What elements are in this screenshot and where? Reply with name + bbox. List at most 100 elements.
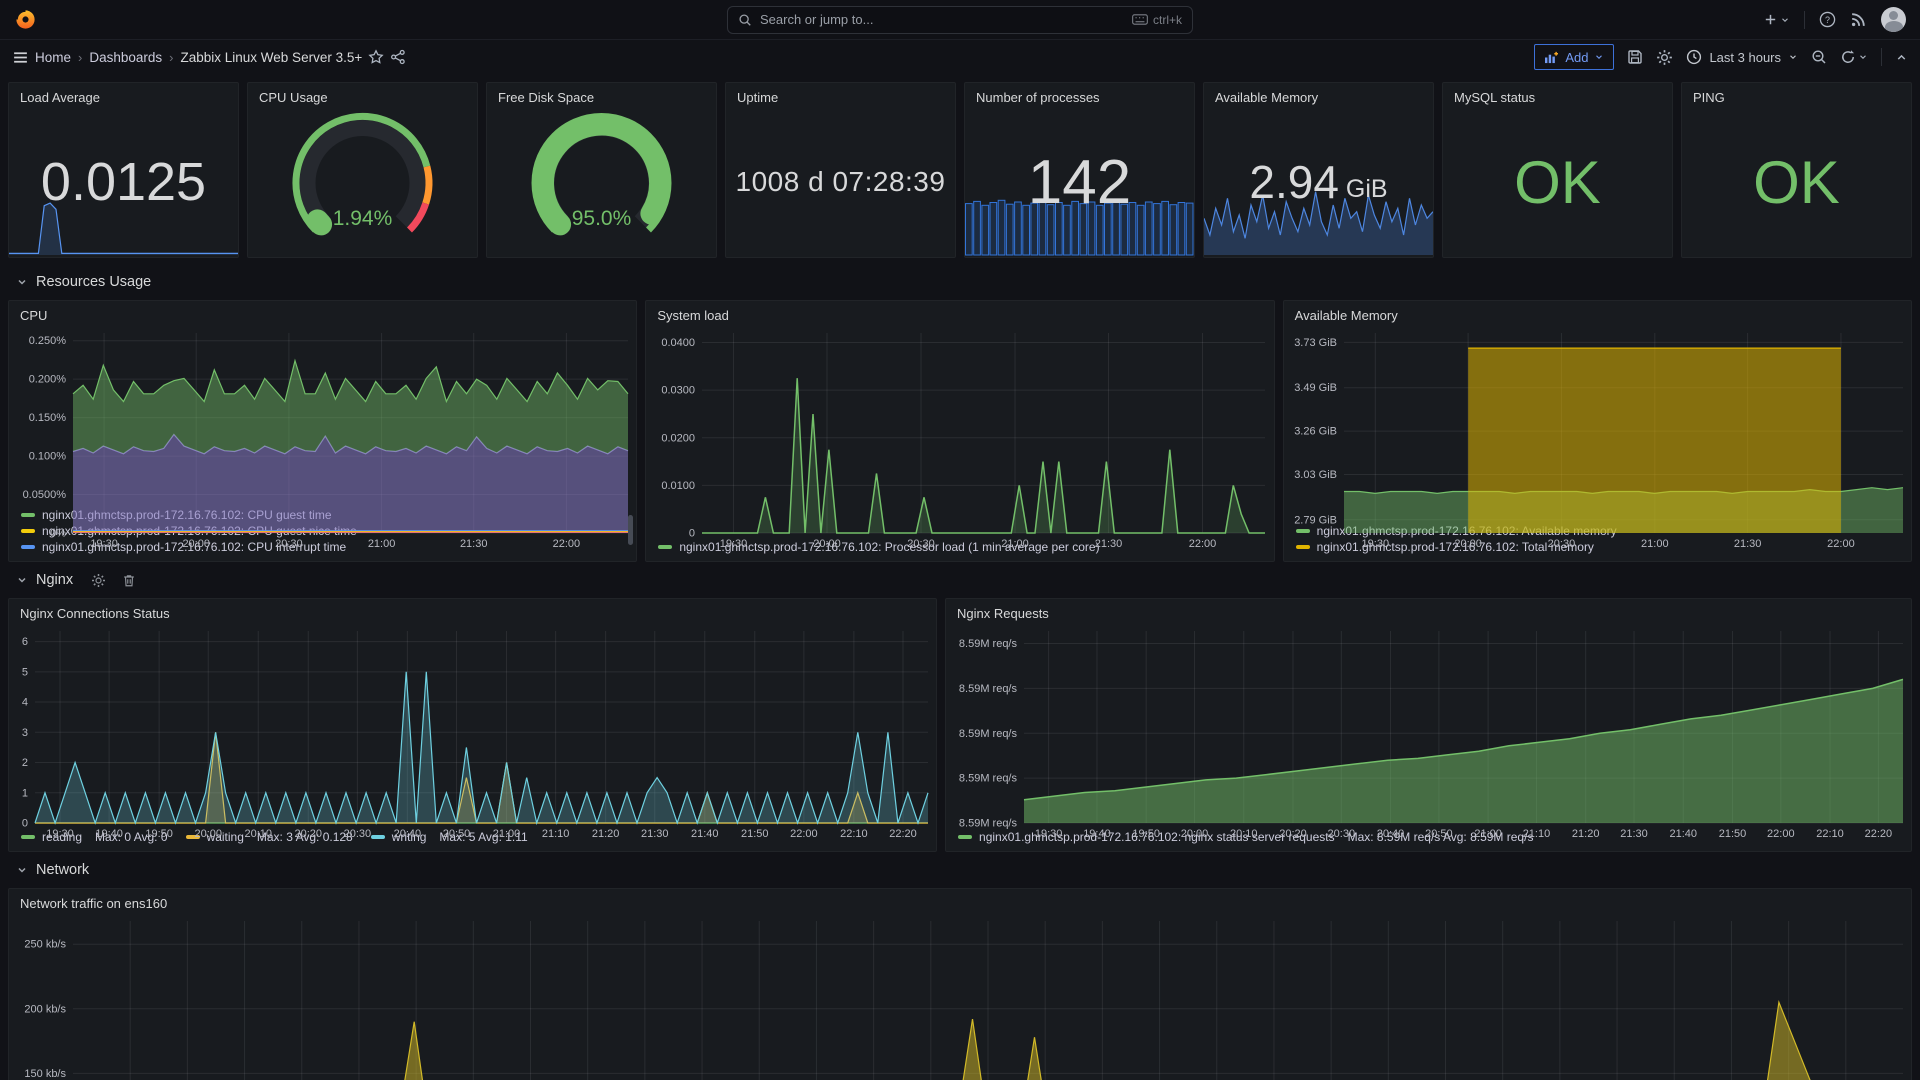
svg-text:19:30: 19:30 <box>90 538 118 550</box>
svg-text:?: ? <box>1825 15 1830 25</box>
dashboard-settings-button[interactable] <box>1656 49 1673 66</box>
svg-text:21:00: 21:00 <box>1641 538 1669 550</box>
help-button[interactable]: ? <box>1819 11 1836 28</box>
svg-text:3.03 GiB: 3.03 GiB <box>1294 469 1337 481</box>
svg-text:8.59M req/s: 8.59M req/s <box>959 773 1018 785</box>
panel-system-load: System load 00.01000.02000.03000.040019:… <box>645 300 1274 562</box>
panel-load-average: Load Average 0.0125 <box>8 82 239 258</box>
panel-title[interactable]: MySQL status <box>1443 83 1672 107</box>
svg-text:20:40: 20:40 <box>394 828 422 840</box>
nginx-row: Nginx Connections Status 012345619:3019:… <box>0 598 1920 852</box>
zoom-out-time-button[interactable] <box>1811 49 1827 65</box>
panel-title[interactable]: Load Average <box>9 83 238 107</box>
panel-title[interactable]: Available Memory <box>1284 301 1911 325</box>
svg-text:20:00: 20:00 <box>182 538 210 550</box>
svg-text:21:10: 21:10 <box>1523 828 1551 840</box>
panel-title[interactable]: Nginx Requests <box>946 599 1911 623</box>
svg-text:0%: 0% <box>50 528 66 540</box>
svg-text:19:30: 19:30 <box>1035 828 1063 840</box>
svg-text:20:30: 20:30 <box>1328 828 1356 840</box>
panel-title[interactable]: Available Memory <box>1204 83 1433 107</box>
refresh-button[interactable] <box>1840 49 1868 65</box>
svg-text:250 kb/s: 250 kb/s <box>24 939 66 951</box>
ping-value: OK <box>1682 107 1911 257</box>
divider <box>1881 48 1882 66</box>
panel-ping: PING OK <box>1681 82 1912 258</box>
svg-text:2.79 GiB: 2.79 GiB <box>1294 514 1337 526</box>
svg-text:0.0500%: 0.0500% <box>23 489 67 501</box>
cpu-chart[interactable]: 0%0.0500%0.100%0.150%0.200%0.250%19:3020… <box>9 325 636 507</box>
help-icon: ? <box>1819 11 1836 28</box>
svg-text:2: 2 <box>22 757 28 769</box>
star-icon <box>368 49 384 65</box>
favorite-button[interactable] <box>368 49 384 65</box>
svg-text:20:10: 20:10 <box>244 828 272 840</box>
load-average-value: 0.0125 <box>9 107 238 257</box>
svg-text:22:10: 22:10 <box>840 828 868 840</box>
grafana-logo[interactable] <box>14 8 37 31</box>
svg-text:5: 5 <box>22 666 28 678</box>
svg-text:20:20: 20:20 <box>294 828 322 840</box>
section-nginx[interactable]: Nginx <box>0 562 1920 598</box>
plus-icon <box>1763 12 1778 27</box>
panel-free-disk-space: Free Disk Space 95.0% <box>486 82 717 258</box>
chevron-down-icon <box>16 864 28 876</box>
save-dashboard-button[interactable] <box>1627 49 1643 65</box>
divider <box>1804 11 1805 29</box>
panel-nginx-connections: Nginx Connections Status 012345619:3019:… <box>8 598 937 852</box>
breadcrumb-home[interactable]: Home <box>35 50 71 65</box>
mysql-status-value: OK <box>1443 107 1672 257</box>
svg-text:21:30: 21:30 <box>460 538 488 550</box>
search-shortcut: ctrl+k <box>1153 13 1182 27</box>
network-traffic-chart[interactable]: 250 kb/s200 kb/s150 kb/s100 kb/s <box>9 913 1911 1080</box>
svg-text:20:00: 20:00 <box>1454 538 1482 550</box>
panel-title[interactable]: Free Disk Space <box>487 83 716 107</box>
news-button[interactable] <box>1850 11 1867 28</box>
section-network[interactable]: Network <box>0 852 1920 888</box>
add-panel-icon <box>1544 51 1559 64</box>
time-range-picker[interactable]: Last 3 hours <box>1686 49 1798 65</box>
free-disk-gauge[interactable]: 95.0% <box>487 107 716 257</box>
chevron-up-icon <box>1895 51 1908 64</box>
collapse-toolbar-button[interactable] <box>1895 51 1908 64</box>
search-box[interactable]: Search or jump to... ctrl+k <box>727 6 1193 34</box>
system-load-chart[interactable]: 00.01000.02000.03000.040019:3020:0020:30… <box>646 325 1273 539</box>
chevron-down-icon <box>1780 15 1790 25</box>
panel-title[interactable]: CPU <box>9 301 636 325</box>
new-menu-button[interactable] <box>1763 12 1790 27</box>
share-button[interactable] <box>390 49 406 65</box>
svg-text:20:00: 20:00 <box>194 828 222 840</box>
svg-text:19:50: 19:50 <box>1132 828 1160 840</box>
panel-title[interactable]: PING <box>1682 83 1911 107</box>
gear-icon[interactable] <box>91 573 106 588</box>
svg-text:20:00: 20:00 <box>814 538 842 550</box>
svg-text:21:30: 21:30 <box>1620 828 1648 840</box>
user-avatar[interactable] <box>1881 7 1906 32</box>
network-row: Network traffic on ens160 250 kb/s 200 kb… <box>0 888 1920 1080</box>
panel-title[interactable]: Number of processes <box>965 83 1194 107</box>
panel-title[interactable]: Uptime <box>726 83 955 107</box>
panel-cpu-usage: CPU Usage 1.94% <box>247 82 478 258</box>
trash-icon[interactable] <box>122 573 136 588</box>
panel-title[interactable]: System load <box>646 301 1273 325</box>
svg-text:21:10: 21:10 <box>542 828 570 840</box>
available-memory-chart[interactable]: 2.79 GiB3.03 GiB3.26 GiB3.49 GiB3.73 GiB… <box>1284 325 1911 523</box>
svg-text:200 kb/s: 200 kb/s <box>24 1003 66 1015</box>
rss-icon <box>1850 11 1867 28</box>
legend-scrollbar[interactable] <box>628 515 633 545</box>
add-panel-button[interactable]: Add <box>1534 44 1614 70</box>
cpu-usage-gauge[interactable]: 1.94% <box>248 107 477 257</box>
svg-text:21:50: 21:50 <box>741 828 769 840</box>
breadcrumb-dashboards[interactable]: Dashboards <box>89 50 162 65</box>
svg-text:3.73 GiB: 3.73 GiB <box>1294 337 1337 349</box>
mega-menu-button[interactable] <box>12 49 29 66</box>
svg-text:0: 0 <box>22 818 28 830</box>
panel-title[interactable]: Nginx Connections Status <box>9 599 936 623</box>
panel-title[interactable]: CPU Usage <box>248 83 477 107</box>
time-range-label: Last 3 hours <box>1709 50 1781 65</box>
nginx-requests-chart[interactable]: 8.59M req/s8.59M req/s8.59M req/s8.59M r… <box>946 623 1911 829</box>
section-resources-usage[interactable]: Resources Usage <box>0 264 1920 300</box>
panel-title[interactable]: Network traffic on ens160 <box>9 889 1911 913</box>
svg-text:22:20: 22:20 <box>1865 828 1893 840</box>
nginx-connections-chart[interactable]: 012345619:3019:4019:5020:0020:1020:2020:… <box>9 623 936 829</box>
